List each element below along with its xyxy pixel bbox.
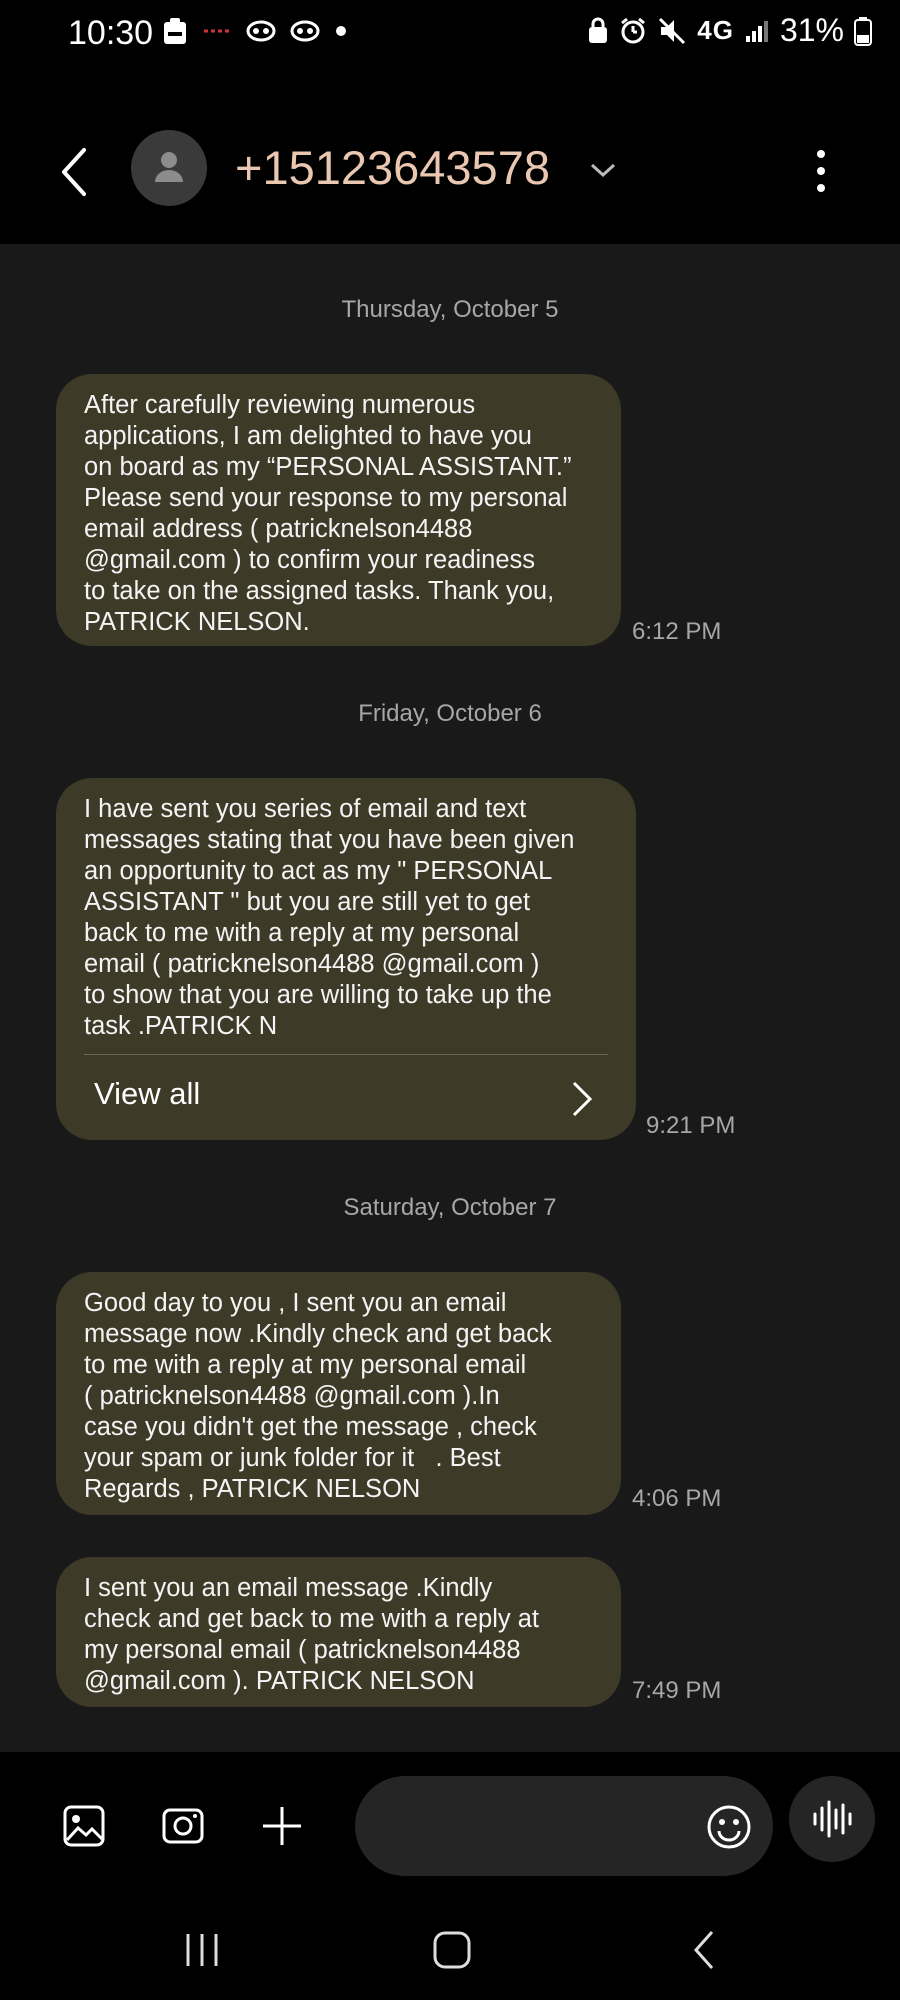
message-text: Good day to you , I sent you an email me…: [84, 1289, 552, 1503]
signal-icon: [745, 20, 768, 42]
more-options-button[interactable]: [806, 146, 836, 196]
message-list[interactable]: Thursday, October 5 After carefully revi…: [0, 244, 900, 1752]
mute-icon: [659, 17, 686, 44]
date-separator: Friday, October 6: [358, 700, 542, 727]
message-bubble[interactable]: After carefully reviewing numerous appli…: [56, 374, 621, 646]
lock-app-icon: [589, 17, 608, 43]
owl-icon: [246, 20, 276, 42]
message-bubble[interactable]: Good day to you , I sent you an email me…: [56, 1272, 621, 1515]
attach-button[interactable]: [260, 1804, 304, 1848]
app-notification-icon: [204, 29, 230, 33]
camera-button[interactable]: [161, 1804, 205, 1848]
chevron-left-icon: [62, 148, 86, 196]
camera-icon: [162, 1808, 204, 1844]
gallery-icon: [63, 1805, 105, 1847]
nav-back-button[interactable]: [676, 1928, 736, 1972]
network-type: 4G: [697, 15, 734, 45]
back-icon: [693, 1931, 714, 1969]
back-button[interactable]: [54, 142, 94, 202]
message-text: I sent you an email message .Kindly chec…: [84, 1574, 539, 1695]
message-text: After carefully reviewing numerous appli…: [84, 391, 572, 636]
bubble-divider: [84, 1054, 608, 1055]
message-time: 7:49 PM: [632, 1677, 722, 1704]
home-icon: [433, 1931, 471, 1969]
recent-apps-button[interactable]: [172, 1928, 232, 1972]
date-separator: Saturday, October 7: [343, 1194, 557, 1221]
status-notification-icons: [162, 16, 348, 46]
person-icon: [155, 152, 183, 182]
message-time: 9:21 PM: [646, 1112, 736, 1139]
plus-icon: [263, 1807, 301, 1845]
system-nav-bar: [0, 1900, 900, 2000]
date-separator: Thursday, October 5: [341, 296, 559, 323]
gallery-button[interactable]: [62, 1804, 106, 1848]
chevron-down-icon: [590, 163, 616, 178]
message-bubble[interactable]: I sent you an email message .Kindly chec…: [56, 1557, 621, 1707]
battery-percent: 31%: [779, 12, 844, 48]
more-notifications-dot: [336, 26, 346, 36]
home-button[interactable]: [422, 1928, 482, 1972]
emoji-button[interactable]: [706, 1804, 752, 1850]
message-bubble[interactable]: I have sent you series of email and text…: [56, 778, 636, 1140]
recent-apps-icon: [186, 1934, 218, 1966]
owl-icon: [290, 20, 320, 42]
emoji-icon: [707, 1805, 751, 1849]
voice-button[interactable]: [789, 1776, 875, 1862]
voice-icon: [813, 1800, 852, 1838]
message-text: I have sent you series of email and text…: [84, 795, 575, 1040]
status-time: 10:30: [68, 14, 154, 52]
chevron-right-icon: [572, 1081, 593, 1117]
conversation-header: +15123643578: [0, 66, 900, 244]
contact-title[interactable]: +15123643578: [235, 140, 550, 195]
notification-icon: [164, 18, 186, 44]
view-all-label: View all: [94, 1076, 201, 1111]
more-vertical-icon: [817, 150, 825, 192]
status-bar: 10:30 4G 31%: [0, 0, 900, 66]
message-time: 4:06 PM: [632, 1485, 722, 1512]
battery-icon: [854, 16, 872, 46]
status-system-icons: 4G 31%: [587, 12, 872, 49]
alarm-icon: [621, 17, 646, 43]
message-time: 6:12 PM: [632, 618, 722, 645]
composer-bar: [0, 1752, 900, 1900]
contact-avatar[interactable]: [131, 130, 207, 206]
view-all-button[interactable]: View all: [56, 1056, 636, 1140]
contact-details-toggle[interactable]: [588, 160, 618, 185]
